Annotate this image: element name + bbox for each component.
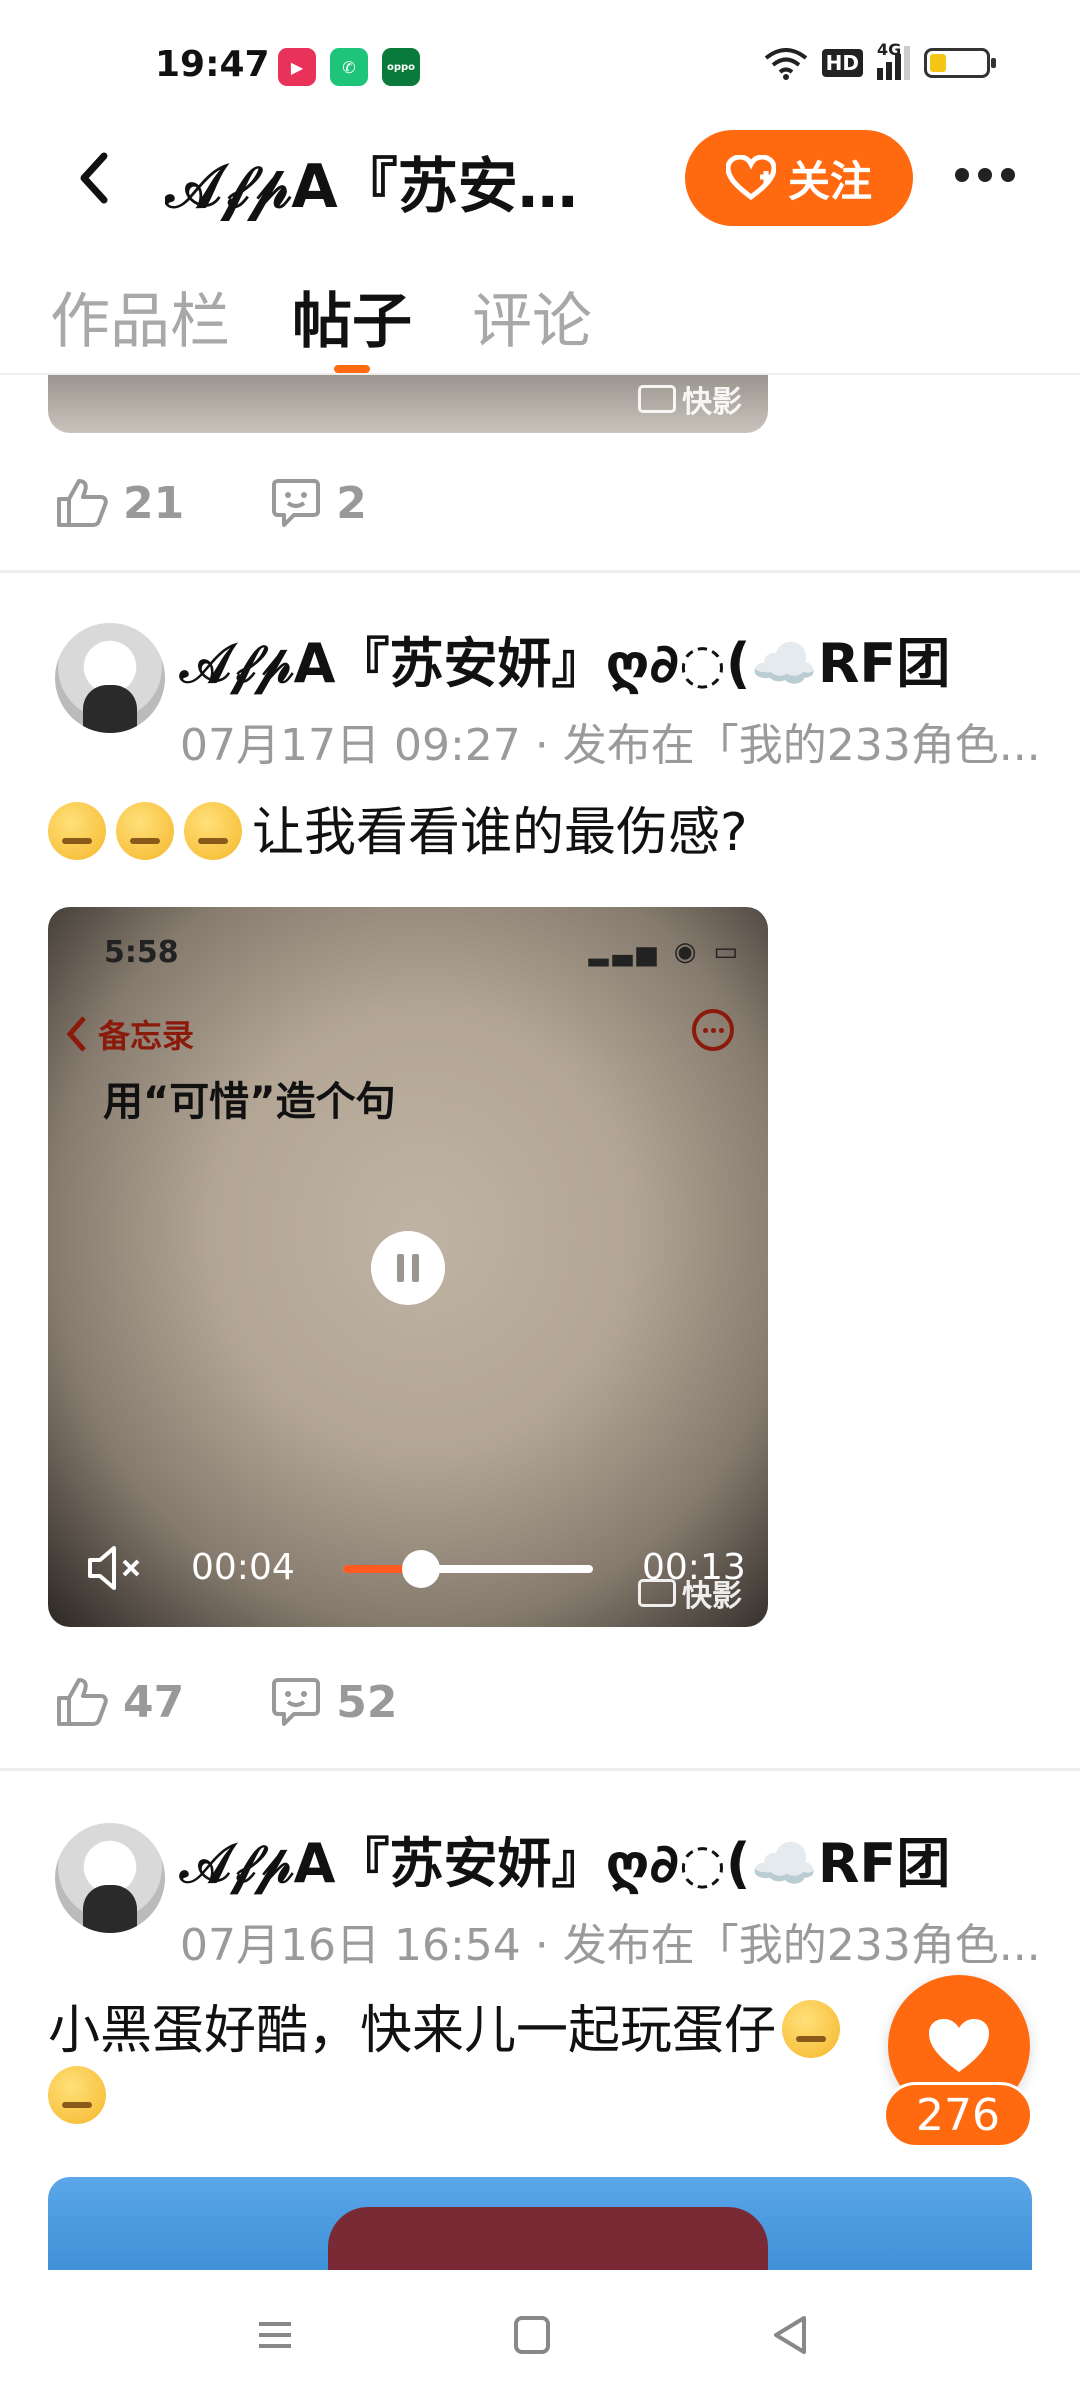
sad-emoji-icon bbox=[116, 802, 174, 860]
post-text-content: 小黑蛋好酷，快来儿一起玩蛋仔 bbox=[48, 2001, 777, 2061]
video-camera-icon bbox=[638, 385, 676, 413]
status-time: 19:47 bbox=[155, 44, 270, 85]
video-current-time: 00:04 bbox=[191, 1547, 295, 1588]
like-button[interactable]: 21 bbox=[55, 477, 184, 529]
battery-icon bbox=[924, 48, 996, 78]
post-meta: 07月17日 09:27 · 发布在「我的233角色... bbox=[180, 720, 1041, 771]
comment-count: 52 bbox=[336, 1676, 398, 1728]
system-nav-bar bbox=[0, 2270, 1080, 2400]
like-count: 21 bbox=[123, 477, 185, 529]
comment-button[interactable]: 2 bbox=[270, 477, 367, 529]
comment-count: 2 bbox=[336, 477, 367, 529]
post-divider bbox=[0, 570, 1080, 573]
post-text[interactable]: 让我看看谁的最伤感? bbox=[48, 800, 948, 866]
post-stats: 47 52 bbox=[55, 1672, 483, 1732]
like-button[interactable]: 47 bbox=[55, 1676, 184, 1728]
heart-plus-icon bbox=[725, 155, 776, 201]
video-inner-note: 用“可惜”造个句 bbox=[103, 1079, 396, 1125]
posts-feed[interactable]: 快影 21 2 𝒜𝒻𝓅A『苏安妍』ღ∂◌(☁️RF团 07月17日 09:27 … bbox=[0, 375, 1080, 2270]
phone-app-icon: ✆ bbox=[330, 48, 368, 86]
pause-button[interactable] bbox=[371, 1231, 445, 1305]
post-author-row[interactable]: 𝒜𝒻𝓅A『苏安妍』ღ∂◌(☁️RF团 07月16日 16:54 · 发布在「我的… bbox=[55, 1823, 1065, 1973]
author-name[interactable]: 𝒜𝒻𝓅A『苏安妍』ღ∂◌(☁️RF团 bbox=[180, 1819, 950, 1898]
video-inner-back: 备忘录 bbox=[64, 1011, 194, 1057]
back-triangle-icon[interactable] bbox=[760, 2310, 820, 2360]
chevron-left-icon bbox=[66, 1016, 86, 1052]
video-progress-bar[interactable] bbox=[343, 1550, 593, 1588]
signal-icon: 4G bbox=[877, 40, 910, 80]
video-progress-thumb[interactable] bbox=[401, 1550, 440, 1588]
thumbs-up-icon bbox=[57, 479, 108, 527]
video-watermark: 快影 bbox=[638, 1571, 742, 1615]
comment-bubble-icon bbox=[272, 1678, 321, 1726]
post-meta: 07月16日 16:54 · 发布在「我的233角色... bbox=[180, 1920, 1041, 1971]
status-bar: 19:47 ▶ ✆ oppo HD 4G bbox=[0, 0, 1080, 120]
avatar[interactable] bbox=[55, 1823, 165, 1933]
sad-emoji-icon bbox=[184, 802, 242, 860]
wifi-icon bbox=[764, 48, 807, 80]
comment-button[interactable]: 52 bbox=[270, 1676, 397, 1728]
post-stats: 21 2 bbox=[55, 473, 453, 533]
home-square-icon[interactable] bbox=[502, 2310, 562, 2360]
oppo-app-icon: oppo bbox=[382, 48, 420, 86]
smile-emoji-icon bbox=[782, 2000, 841, 2058]
post-author-row[interactable]: 𝒜𝒻𝓅A『苏安妍』ღ∂◌(☁️RF团 07月17日 09:27 · 发布在「我的… bbox=[55, 623, 1065, 773]
tab-works[interactable]: 作品栏 bbox=[50, 273, 230, 360]
status-icons: HD 4G bbox=[764, 40, 996, 80]
post-video[interactable]: 5:58 ▂▃▅ ◉ ▭ 备忘录 用“可惜”造个句 00:04 00:13 快影 bbox=[48, 907, 768, 1627]
thumbs-up-icon bbox=[57, 1678, 108, 1726]
video-inner-time: 5:58 bbox=[104, 935, 179, 970]
menu-icon[interactable] bbox=[245, 2310, 305, 2360]
heart-icon bbox=[929, 2019, 989, 2072]
post-video-thumbnail[interactable]: 快影 bbox=[48, 375, 768, 433]
video-inner-status-icons: ▂▃▅ ◉ ▭ bbox=[588, 937, 742, 967]
network-type: 4G bbox=[877, 40, 902, 59]
video-camera-icon bbox=[638, 1579, 676, 1607]
profile-tabs: 作品栏 帖子 评论 bbox=[0, 255, 1080, 375]
tab-posts[interactable]: 帖子 bbox=[292, 273, 412, 360]
tab-comments[interactable]: 评论 bbox=[472, 273, 592, 360]
post-divider bbox=[0, 1768, 1080, 1771]
post-text[interactable]: 小黑蛋好酷，快来儿一起玩蛋仔 bbox=[48, 1998, 928, 2130]
author-name[interactable]: 𝒜𝒻𝓅A『苏安妍』ღ∂◌(☁️RF团 bbox=[180, 619, 950, 698]
smile-emoji-icon bbox=[48, 2066, 106, 2124]
profile-title: 𝒜𝒻𝓅A『苏安妍... bbox=[165, 152, 635, 222]
post-text-content: 让我看看谁的最伤感? bbox=[252, 803, 748, 863]
video-app-icon: ▶ bbox=[278, 48, 316, 86]
back-arrow-icon[interactable] bbox=[70, 148, 120, 208]
like-count: 47 bbox=[123, 1676, 185, 1728]
avatar[interactable] bbox=[55, 623, 165, 733]
active-tab-indicator bbox=[334, 365, 370, 373]
mute-icon[interactable] bbox=[86, 1543, 146, 1593]
hd-icon: HD bbox=[821, 49, 863, 77]
follow-button[interactable]: 关注 bbox=[685, 130, 913, 226]
floating-like-count: 276 bbox=[883, 2082, 1033, 2148]
more-options-icon[interactable] bbox=[955, 168, 1015, 188]
sad-emoji-icon bbox=[48, 802, 106, 860]
post-image[interactable] bbox=[48, 2177, 1032, 2270]
comment-bubble-icon bbox=[272, 479, 321, 527]
follow-label: 关注 bbox=[787, 156, 872, 206]
profile-header: 𝒜𝒻𝓅A『苏安妍... 关注 bbox=[0, 120, 1080, 230]
video-inner-more-icon bbox=[692, 1009, 734, 1051]
video-watermark: 快影 bbox=[638, 377, 742, 421]
app-screen: 19:47 ▶ ✆ oppo HD 4G 𝒜𝒻𝓅A『苏安妍... 关注 作品栏 … bbox=[0, 0, 1080, 2400]
